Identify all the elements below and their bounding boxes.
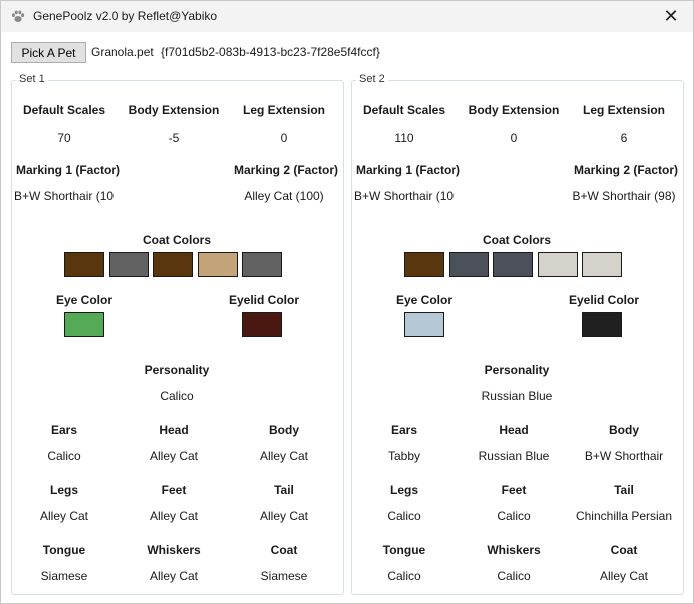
head-value: Russian Blue	[478, 449, 550, 463]
tail-value: Alley Cat	[259, 509, 309, 523]
tongue-label: Tongue	[382, 543, 426, 557]
coat-color-swatch-3[interactable]	[153, 252, 193, 277]
feet-value: Calico	[497, 509, 531, 523]
leg-extension-label: Leg Extension	[582, 103, 665, 117]
pick-a-pet-button[interactable]: Pick A Pet	[11, 42, 86, 63]
eye-color-label: Eye Color	[395, 293, 452, 307]
window-title: GenePoolz v2.0 by Reflet@Yabiko	[33, 9, 218, 23]
eye-color-label: Eye Color	[55, 293, 112, 307]
close-button[interactable]: ✕	[649, 1, 693, 32]
feet-value: Alley Cat	[149, 509, 199, 523]
set-1-group: Set 1 Default Scales Body Extension Leg …	[11, 73, 344, 595]
body-extension-label: Body Extension	[468, 103, 560, 117]
tail-label: Tail	[614, 483, 634, 497]
tongue-value: Siamese	[40, 569, 88, 583]
body-label: Body	[269, 423, 299, 437]
coat-color-swatch-4[interactable]	[198, 252, 238, 277]
personality-label: Personality	[144, 363, 210, 377]
eyelid-color-label: Eyelid Color	[228, 293, 299, 307]
coat-colors-label: Coat Colors	[482, 233, 551, 247]
coat-colors-label: Coat Colors	[142, 233, 211, 247]
marking1-label: Marking 1 (Factor)	[16, 163, 121, 177]
default-scales-value: 110	[394, 131, 414, 145]
default-scales-value: 70	[57, 131, 71, 145]
marking2-label: Marking 2 (Factor)	[573, 163, 678, 177]
body-label: Body	[609, 423, 639, 437]
head-label: Head	[499, 423, 529, 437]
coat-color-swatch-2[interactable]	[449, 252, 489, 277]
eyelid-color-label: Eyelid Color	[568, 293, 639, 307]
coat-color-swatch-5[interactable]	[242, 252, 282, 277]
marking2-value: Alley Cat (100)	[244, 189, 324, 203]
coat-color-swatch-5[interactable]	[582, 252, 622, 277]
eyelid-color-swatch[interactable]	[582, 312, 622, 337]
personality-value: Russian Blue	[481, 389, 553, 403]
set-legend: Set 1	[16, 73, 48, 85]
tail-label: Tail	[274, 483, 294, 497]
whiskers-label: Whiskers	[147, 543, 201, 557]
head-value: Alley Cat	[149, 449, 199, 463]
whiskers-value: Alley Cat	[149, 569, 199, 583]
default-scales-label: Default Scales	[362, 103, 446, 117]
marking1-value: B+W Shorthair (100)	[354, 189, 454, 203]
coat-color-swatch-1[interactable]	[404, 252, 444, 277]
legs-label: Legs	[49, 483, 78, 497]
eyelid-color-swatch[interactable]	[242, 312, 282, 337]
default-scales-label: Default Scales	[22, 103, 106, 117]
feet-label: Feet	[501, 483, 527, 497]
ears-label: Ears	[390, 423, 418, 437]
ears-value: Tabby	[387, 449, 421, 463]
close-icon: ✕	[663, 6, 679, 26]
leg-extension-value: 6	[620, 131, 628, 145]
ears-value: Calico	[47, 449, 81, 463]
set-2-group: Set 2 Default Scales Body Extension Leg …	[351, 73, 684, 595]
body-extension-label: Body Extension	[128, 103, 220, 117]
coat-color-swatch-4[interactable]	[538, 252, 578, 277]
coat-color-swatch-3[interactable]	[493, 252, 533, 277]
eye-color-swatch[interactable]	[404, 312, 444, 337]
whiskers-value: Calico	[497, 569, 531, 583]
coat-label: Coat	[610, 543, 638, 557]
marking2-value: B+W Shorthair (98)	[572, 189, 676, 203]
marking1-label: Marking 1 (Factor)	[356, 163, 461, 177]
body-extension-value: -5	[168, 131, 180, 145]
leg-extension-value: 0	[280, 131, 288, 145]
coat-color-swatch-1[interactable]	[64, 252, 104, 277]
head-label: Head	[159, 423, 189, 437]
personality-value: Calico	[160, 389, 194, 403]
coat-color-swatch-2[interactable]	[109, 252, 149, 277]
paw-icon	[11, 9, 25, 23]
body-value: Alley Cat	[259, 449, 309, 463]
feet-label: Feet	[161, 483, 187, 497]
coat-label: Coat	[270, 543, 298, 557]
whiskers-label: Whiskers	[487, 543, 541, 557]
tail-value: Chinchilla Persian	[575, 509, 673, 523]
legs-value: Calico	[387, 509, 421, 523]
eye-color-swatch[interactable]	[64, 312, 104, 337]
legs-label: Legs	[389, 483, 418, 497]
personality-label: Personality	[484, 363, 550, 377]
body-extension-value: 0	[510, 131, 518, 145]
pet-guid: {f701d5b2-083b-4913-bc23-7f28e5f4fccf}	[161, 45, 380, 59]
title-bar: GenePoolz v2.0 by Reflet@Yabiko ✕	[1, 1, 693, 32]
legs-value: Alley Cat	[39, 509, 89, 523]
ears-label: Ears	[50, 423, 78, 437]
marking1-value: B+W Shorthair (100)	[14, 189, 114, 203]
app-window: GenePoolz v2.0 by Reflet@Yabiko ✕ Pick A…	[0, 0, 694, 604]
tongue-value: Calico	[387, 569, 421, 583]
set-legend: Set 2	[356, 73, 388, 85]
pet-filename: Granola.pet	[91, 45, 154, 59]
coat-value: Alley Cat	[599, 569, 649, 583]
tongue-label: Tongue	[42, 543, 86, 557]
coat-value: Siamese	[260, 569, 308, 583]
body-value: B+W Shorthair	[584, 449, 664, 463]
marking2-label: Marking 2 (Factor)	[233, 163, 338, 177]
leg-extension-label: Leg Extension	[242, 103, 325, 117]
